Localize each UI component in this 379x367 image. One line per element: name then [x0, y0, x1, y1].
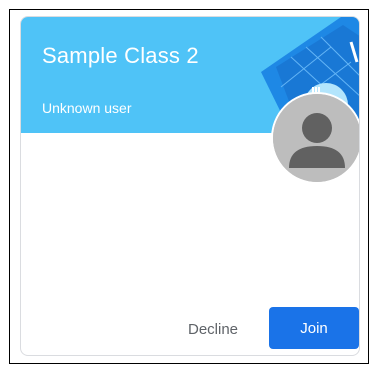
page-frame: Sample Class 2 Unknown user Decline Join: [9, 9, 369, 364]
default-avatar-icon: [271, 92, 359, 184]
class-owner-name: Unknown user: [42, 100, 132, 116]
decline-button[interactable]: Decline: [181, 309, 245, 349]
class-title[interactable]: Sample Class 2: [42, 43, 199, 69]
class-card: Sample Class 2 Unknown user Decline Join: [20, 16, 360, 356]
join-button[interactable]: Join: [269, 307, 359, 349]
